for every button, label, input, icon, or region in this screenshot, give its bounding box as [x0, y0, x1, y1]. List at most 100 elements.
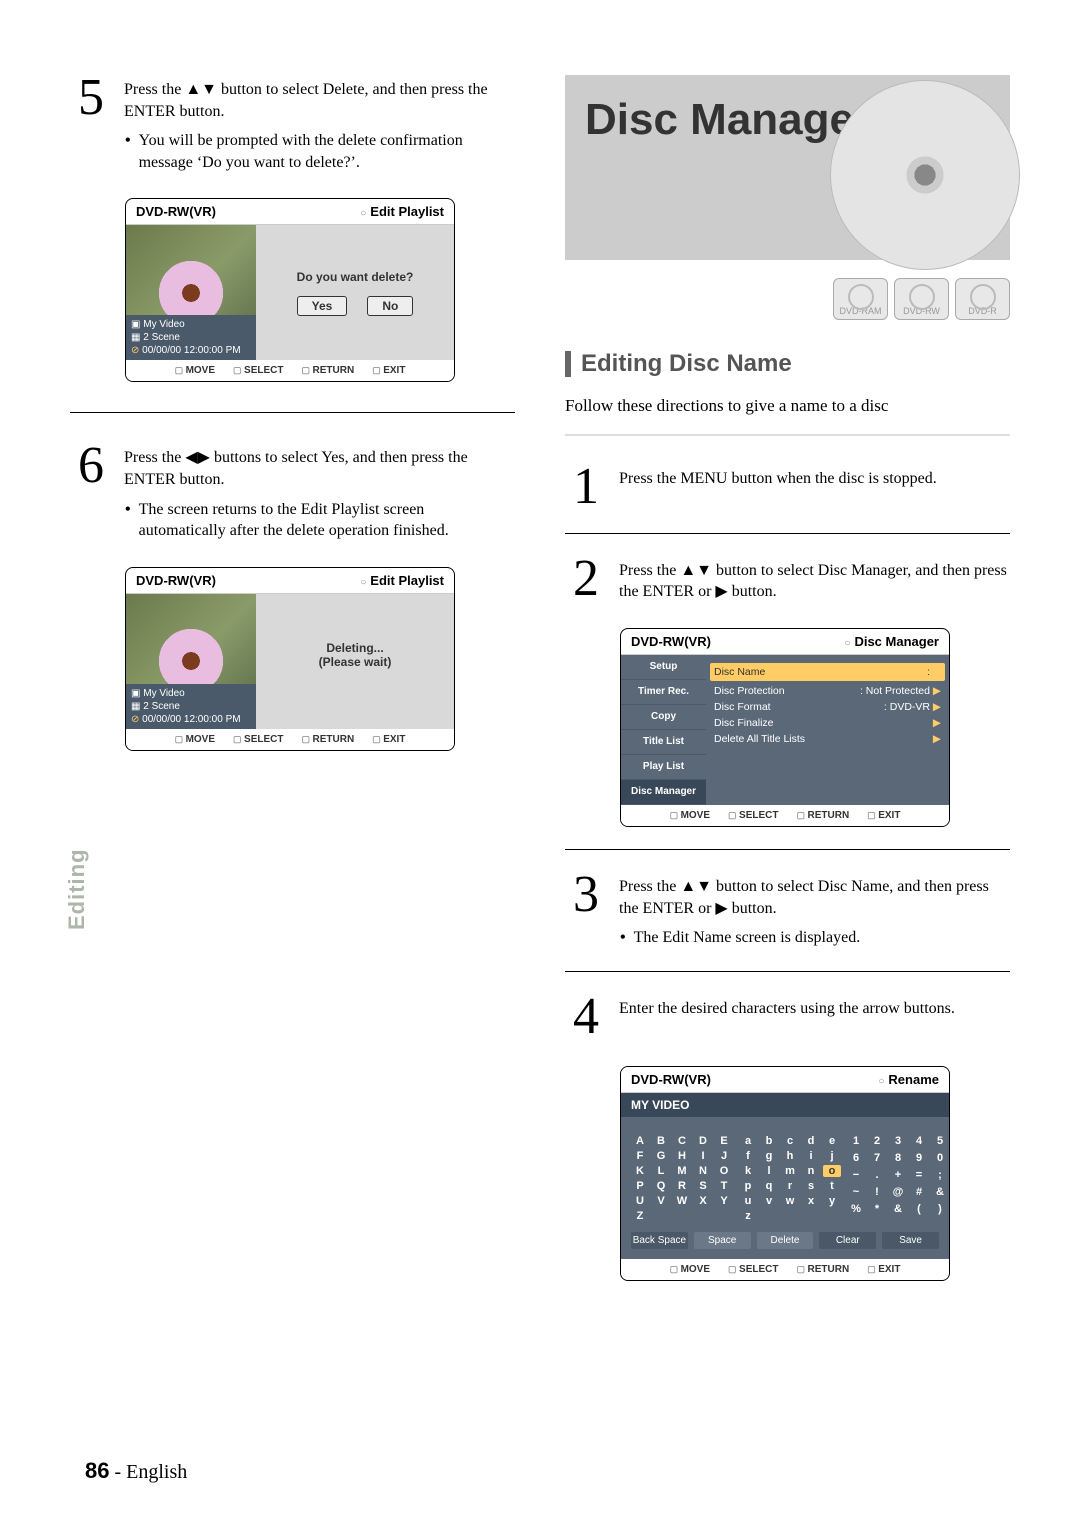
char-cell[interactable]: ~: [847, 1186, 865, 1200]
char-cell[interactable]: b: [760, 1135, 778, 1147]
char-cell[interactable]: A: [631, 1135, 649, 1147]
yes-button[interactable]: Yes: [297, 296, 348, 316]
char-cell[interactable]: %: [847, 1203, 865, 1217]
char-cell[interactable]: I: [694, 1150, 712, 1162]
space-button[interactable]: Space: [694, 1232, 751, 1249]
char-cell[interactable]: k: [739, 1165, 757, 1177]
char-cell[interactable]: p: [739, 1180, 757, 1192]
char-cell[interactable]: ;: [931, 1169, 949, 1183]
char-cell[interactable]: a: [739, 1135, 757, 1147]
char-cell[interactable]: G: [652, 1150, 670, 1162]
char-cell[interactable]: C: [673, 1135, 691, 1147]
char-cell[interactable]: Q: [652, 1180, 670, 1192]
char-cell[interactable]: z: [739, 1210, 757, 1222]
char-cell[interactable]: m: [781, 1165, 799, 1177]
char-cell[interactable]: e: [823, 1135, 841, 1147]
char-cell[interactable]: N: [694, 1165, 712, 1177]
char-cell[interactable]: 4: [910, 1135, 928, 1149]
char-cell[interactable]: [889, 1220, 907, 1222]
char-cell[interactable]: [868, 1220, 886, 1222]
char-cell[interactable]: B: [652, 1135, 670, 1147]
grid-lower[interactable]: abcdefghijklmnopqrstuvwxyz: [739, 1135, 841, 1222]
clear-button[interactable]: Clear: [819, 1232, 876, 1249]
char-cell[interactable]: M: [673, 1165, 691, 1177]
char-cell[interactable]: 2: [868, 1135, 886, 1149]
char-cell[interactable]: !: [868, 1186, 886, 1200]
char-cell[interactable]: f: [739, 1150, 757, 1162]
grid-symbols[interactable]: 1234567890−.+=;~!@#&%*&(): [847, 1135, 949, 1222]
row-disc-protection[interactable]: Disc Protection : Not Protected ▶: [714, 683, 941, 699]
char-cell[interactable]: V: [652, 1195, 670, 1207]
char-cell[interactable]: [802, 1210, 820, 1222]
char-cell[interactable]: .: [868, 1169, 886, 1183]
char-cell[interactable]: 8: [889, 1152, 907, 1166]
char-cell[interactable]: R: [673, 1180, 691, 1192]
char-cell[interactable]: 5: [931, 1135, 949, 1149]
side-disc-manager[interactable]: Disc Manager: [621, 780, 706, 805]
char-cell[interactable]: u: [739, 1195, 757, 1207]
char-cell[interactable]: (: [910, 1203, 928, 1217]
char-cell[interactable]: [652, 1210, 670, 1222]
char-cell[interactable]: *: [868, 1203, 886, 1217]
char-cell[interactable]: x: [802, 1195, 820, 1207]
char-cell[interactable]: #: [910, 1186, 928, 1200]
backspace-button[interactable]: Back Space: [631, 1232, 688, 1249]
char-cell[interactable]: 6: [847, 1152, 865, 1166]
char-cell[interactable]: [781, 1210, 799, 1222]
char-cell[interactable]: J: [715, 1150, 733, 1162]
char-cell[interactable]: Y: [715, 1195, 733, 1207]
char-cell[interactable]: D: [694, 1135, 712, 1147]
char-cell[interactable]: [931, 1220, 949, 1222]
char-cell[interactable]: y: [823, 1195, 841, 1207]
char-cell[interactable]: s: [802, 1180, 820, 1192]
char-cell[interactable]: L: [652, 1165, 670, 1177]
char-cell[interactable]: j: [823, 1150, 841, 1162]
char-cell[interactable]: Z: [631, 1210, 649, 1222]
save-button[interactable]: Save: [882, 1232, 939, 1249]
char-cell[interactable]: c: [781, 1135, 799, 1147]
char-cell[interactable]: E: [715, 1135, 733, 1147]
side-title-list[interactable]: Title List: [621, 730, 706, 755]
char-cell[interactable]: d: [802, 1135, 820, 1147]
char-cell[interactable]: +: [889, 1169, 907, 1183]
side-play-list[interactable]: Play List: [621, 755, 706, 780]
row-disc-finalize[interactable]: Disc Finalize ▶: [714, 715, 941, 731]
char-cell[interactable]: [823, 1210, 841, 1222]
char-cell[interactable]: &: [931, 1186, 949, 1200]
char-cell[interactable]: [847, 1220, 865, 1222]
char-cell[interactable]: X: [694, 1195, 712, 1207]
side-copy[interactable]: Copy: [621, 705, 706, 730]
char-cell[interactable]: [760, 1210, 778, 1222]
char-cell[interactable]: O: [715, 1165, 733, 1177]
char-cell[interactable]: T: [715, 1180, 733, 1192]
char-cell[interactable]: &: [889, 1203, 907, 1217]
name-field[interactable]: MY VIDEO: [621, 1093, 949, 1117]
grid-upper[interactable]: ABCDEFGHIJKLMNOPQRSTUVWXYZ: [631, 1135, 733, 1222]
char-cell[interactable]: l: [760, 1165, 778, 1177]
row-delete-all[interactable]: Delete All Title Lists ▶: [714, 731, 941, 747]
char-cell[interactable]: t: [823, 1180, 841, 1192]
char-cell[interactable]: −: [847, 1169, 865, 1183]
char-cell[interactable]: H: [673, 1150, 691, 1162]
char-cell[interactable]: g: [760, 1150, 778, 1162]
row-disc-format[interactable]: Disc Format : DVD-VR ▶: [714, 699, 941, 715]
char-cell[interactable]: W: [673, 1195, 691, 1207]
char-cell[interactable]: n: [802, 1165, 820, 1177]
char-cell[interactable]: U: [631, 1195, 649, 1207]
char-cell[interactable]: ): [931, 1203, 949, 1217]
row-disc-name[interactable]: Disc Name : ▶: [710, 663, 945, 681]
char-cell[interactable]: 9: [910, 1152, 928, 1166]
char-cell[interactable]: 1: [847, 1135, 865, 1149]
char-cell[interactable]: K: [631, 1165, 649, 1177]
side-timer-rec[interactable]: Timer Rec.: [621, 680, 706, 705]
char-cell[interactable]: [910, 1220, 928, 1222]
char-cell[interactable]: o: [823, 1165, 841, 1177]
char-cell[interactable]: h: [781, 1150, 799, 1162]
no-button[interactable]: No: [367, 296, 413, 316]
char-cell[interactable]: i: [802, 1150, 820, 1162]
side-setup[interactable]: Setup: [621, 655, 706, 680]
char-cell[interactable]: [694, 1210, 712, 1222]
char-cell[interactable]: 7: [868, 1152, 886, 1166]
char-cell[interactable]: 0: [931, 1152, 949, 1166]
char-cell[interactable]: [715, 1210, 733, 1222]
